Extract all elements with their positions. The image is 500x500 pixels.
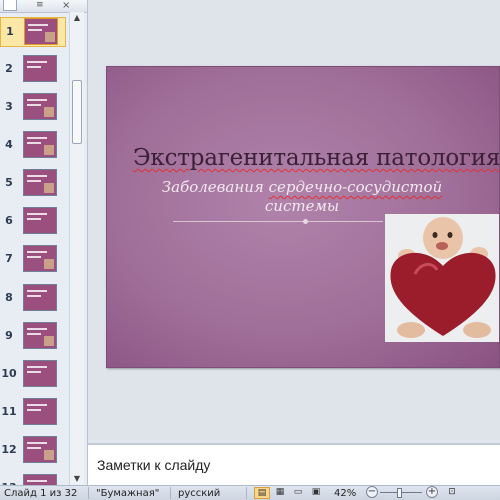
slideshow-view-icon[interactable]: ▣ — [308, 487, 324, 499]
slide-thumb-1[interactable]: 1 — [0, 17, 66, 47]
zoom-in-icon[interactable]: + — [426, 486, 438, 498]
slide-number: 1 — [6, 25, 14, 38]
slide-subtitle[interactable]: Заболевания сердечно-сосудистой системы — [152, 178, 452, 216]
status-separator — [170, 487, 171, 499]
slide-thumb-12[interactable]: 12 — [0, 436, 66, 466]
notes-placeholder: Заметки к слайду — [97, 457, 211, 473]
normal-view-icon[interactable]: ▤ — [254, 487, 270, 499]
thumbnail-scrollbar[interactable]: ▲ ▼ — [69, 12, 84, 485]
baby-heart-illustration — [385, 214, 499, 342]
scroll-down-icon[interactable]: ▼ — [70, 473, 84, 485]
slide-thumbnail — [23, 322, 57, 349]
scrollbar-thumb[interactable] — [72, 80, 82, 144]
slides-panel: ≡ × 1 2 3 4 5 6 7 8 9 10 11 12 ▲ ▼ — [0, 0, 88, 485]
language-indicator[interactable]: русский — [178, 488, 220, 499]
slide-thumb-13[interactable]: 13 — [0, 474, 66, 485]
slide-thumb-5[interactable]: 5 — [0, 169, 66, 199]
slide-thumb-10[interactable]: 10 — [0, 360, 66, 390]
slide-counter: Слайд 1 из 32 — [4, 488, 78, 499]
slide-thumbnail — [23, 131, 57, 158]
status-separator — [246, 487, 247, 499]
subtitle-text: Заболевания — [161, 178, 269, 196]
slide-thumbnail — [23, 207, 57, 234]
slide-number: 3 — [5, 100, 13, 113]
slide-thumb-7[interactable]: 7 — [0, 245, 66, 275]
slide-thumb-9[interactable]: 9 — [0, 322, 66, 352]
slide-number: 12 — [1, 443, 17, 456]
zoom-slider-handle[interactable] — [397, 488, 402, 498]
slide-number: 11 — [1, 405, 17, 418]
slide-thumbnail — [23, 436, 57, 463]
slide-number: 6 — [5, 214, 13, 227]
decorative-divider — [173, 219, 383, 224]
notes-pane[interactable]: Заметки к слайду — [88, 443, 500, 485]
outline-tab-icon[interactable]: ≡ — [36, 1, 44, 10]
slide-thumbnail — [23, 55, 57, 82]
slide-number: 10 — [1, 367, 17, 380]
slide-number: 9 — [5, 329, 13, 342]
slide-thumbnail — [23, 474, 57, 485]
slide-thumbnail — [23, 284, 57, 311]
current-slide[interactable]: Экстрагенитальная патология Заболевания … — [106, 66, 500, 368]
reading-view-icon[interactable]: ▭ — [290, 487, 306, 499]
status-separator — [88, 487, 89, 499]
slide-number: 4 — [5, 138, 13, 151]
scroll-up-icon[interactable]: ▲ — [70, 12, 84, 24]
subtitle-line2: системы — [264, 197, 340, 215]
slide-thumbnail — [23, 169, 57, 196]
status-bar: Слайд 1 из 32 "Бумажная" русский ▤ ▦ ▭ ▣… — [0, 485, 500, 500]
slide-thumb-8[interactable]: 8 — [0, 284, 66, 314]
zoom-level[interactable]: 42% — [334, 488, 356, 499]
slide-thumb-3[interactable]: 3 — [0, 93, 66, 123]
theme-name[interactable]: "Бумажная" — [96, 488, 159, 499]
slide-sorter-view-icon[interactable]: ▦ — [272, 487, 288, 499]
slide-thumbnail — [23, 245, 57, 272]
slide-thumb-4[interactable]: 4 — [0, 131, 66, 161]
slide-number: 7 — [5, 252, 13, 265]
slide-thumb-11[interactable]: 11 — [0, 398, 66, 428]
zoom-out-icon[interactable]: − — [366, 486, 378, 498]
slide-thumbnail — [23, 93, 57, 120]
baby-with-heart-image[interactable] — [385, 214, 499, 342]
slide-number: 2 — [5, 62, 13, 75]
slides-tab[interactable] — [3, 0, 17, 11]
close-panel-icon[interactable]: × — [62, 0, 70, 11]
slide-number: 8 — [5, 291, 13, 304]
slide-number: 5 — [5, 176, 13, 189]
slide-thumb-6[interactable]: 6 — [0, 207, 66, 237]
fit-to-window-icon[interactable]: ⊡ — [444, 487, 460, 499]
slide-thumbnail — [23, 360, 57, 387]
slide-thumbnail — [24, 18, 58, 45]
slide-title[interactable]: Экстрагенитальная патология — [133, 145, 499, 171]
slide-editor: Экстрагенитальная патология Заболевания … — [88, 0, 500, 440]
slide-thumb-2[interactable]: 2 — [0, 55, 66, 85]
subtitle-misspelled-word: сердечно-сосудистой — [268, 178, 443, 196]
slide-thumbnail — [23, 398, 57, 425]
